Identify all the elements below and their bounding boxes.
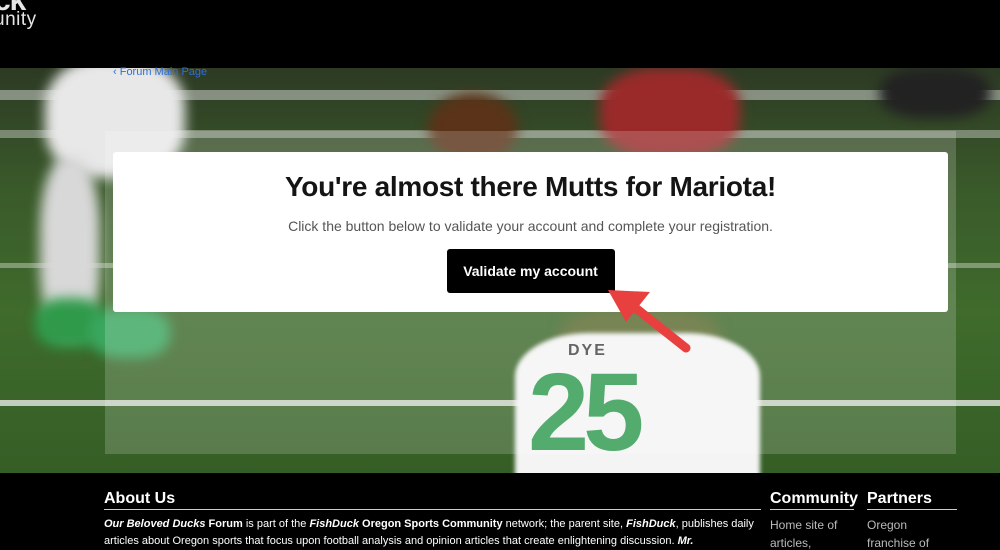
footer-about-heading: About Us bbox=[104, 490, 761, 510]
page-title: You're almost there Mutts for Mariota! bbox=[284, 171, 776, 202]
footer-about: About Us Our Beloved Ducks Forum is part… bbox=[104, 490, 761, 550]
validation-message: Click the button below to validate your … bbox=[288, 218, 773, 234]
footer-community-heading: Community bbox=[770, 490, 858, 510]
site-footer: About Us Our Beloved Ducks Forum is part… bbox=[0, 473, 1000, 550]
site-header: ck unity bbox=[0, 0, 1000, 68]
footer-community: Community Home site of articles, bbox=[770, 490, 858, 550]
footer-partners-text: Oregon franchise of bbox=[867, 518, 930, 550]
validation-card: You're almost there Mutts for Mariota! C… bbox=[113, 152, 948, 312]
player-blur bbox=[880, 68, 990, 118]
validate-account-button[interactable]: Validate my account bbox=[446, 249, 615, 293]
site-logo[interactable]: ck unity bbox=[0, 0, 37, 29]
footer-community-text: Home site of articles, bbox=[770, 518, 838, 550]
page: ck unity DYE 25 ‹ Forum Main Page You're… bbox=[0, 0, 1000, 550]
footer-partners-heading: Partners bbox=[867, 490, 957, 510]
pointer-arrow-icon bbox=[608, 290, 691, 353]
forum-main-page-link[interactable]: ‹ Forum Main Page bbox=[113, 66, 207, 78]
footer-about-text: Our Beloved Ducks Forum is part of the F… bbox=[104, 518, 754, 547]
logo-line-2: unity bbox=[0, 9, 37, 30]
footer-partners: Partners Oregon franchise of bbox=[867, 490, 957, 550]
